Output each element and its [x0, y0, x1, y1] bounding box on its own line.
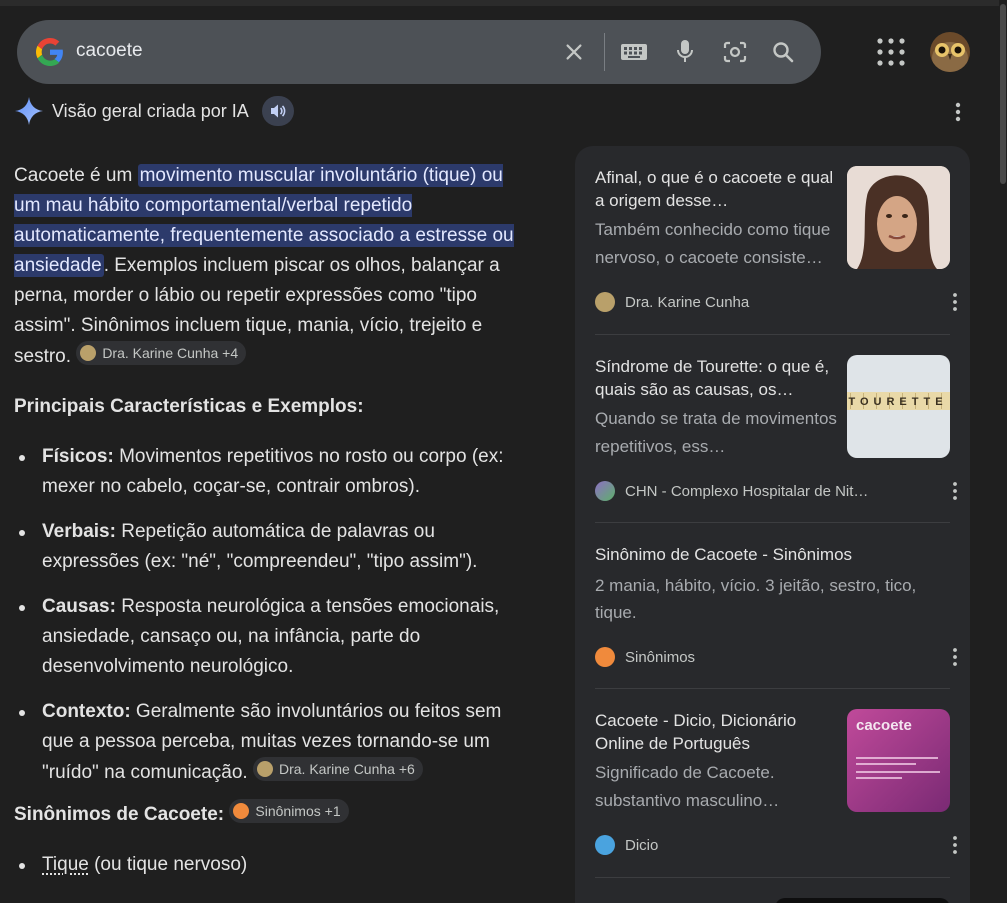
google-apps-icon[interactable]	[875, 36, 907, 68]
source-chip[interactable]: Sinônimos +1	[229, 799, 349, 823]
ai-overview-body: Cacoete é um movimento muscular involunt…	[14, 161, 534, 895]
scrollbar-thumb[interactable]	[1000, 4, 1006, 184]
list-item: Físicos: Movimentos repetitivos no rosto…	[14, 442, 534, 502]
source-chip[interactable]: Dra. Karine Cunha +6	[253, 757, 423, 781]
list-item: Tique (ou tique nervoso)	[14, 850, 534, 880]
item-label: Físicos:	[42, 446, 114, 467]
dicio-site-icon	[595, 835, 615, 855]
voice-search-button[interactable]	[669, 36, 701, 68]
account-avatar[interactable]	[930, 32, 970, 72]
dicio-image-word: cacoete	[856, 717, 912, 734]
source-card-title[interactable]: Cacoete - Dicio, Dicionário Online de Po…	[595, 709, 835, 755]
page-scrollbar[interactable]	[999, 0, 1007, 903]
ai-sparkle-icon	[15, 97, 43, 125]
source-site[interactable]: Dicio	[595, 835, 658, 855]
more-options-icon[interactable]	[948, 647, 962, 667]
source-chip[interactable]: Dra. Karine Cunha +4	[76, 341, 247, 365]
list-item: Contexto: Geralmente são involuntários o…	[14, 697, 534, 788]
virtual-keyboard-button[interactable]	[618, 36, 650, 68]
close-icon	[566, 44, 582, 60]
synonyms-heading: Sinônimos de Cacoete:	[14, 804, 225, 825]
item-label: Causas:	[42, 596, 116, 617]
tourette-tiles-image: TOURETTE	[847, 355, 950, 458]
search-divider	[604, 33, 605, 71]
source-chip-label: Sinônimos +1	[255, 803, 341, 819]
google-logo-icon	[36, 38, 63, 66]
card-divider	[595, 877, 950, 878]
lens-camera-icon	[723, 41, 747, 63]
sources-panel: Afinal, o que é o cacoete e qual a orige…	[575, 146, 970, 903]
card-divider	[595, 522, 950, 523]
source-card-snippet: 2 mania, hábito, vício. 3 jeitão, sestro…	[595, 576, 917, 622]
dicio-card-image: cacoete	[847, 709, 950, 812]
keyboard-icon	[621, 44, 647, 60]
microphone-icon	[677, 40, 693, 62]
source-site[interactable]: Sinônimos	[595, 647, 695, 667]
source-card-title[interactable]: Síndrome de Tourette: o que é, quais são…	[595, 355, 835, 401]
karine-source-icon	[80, 345, 97, 361]
source-site-name: CHN - Complexo Hospitalar de Nit…	[625, 482, 869, 500]
browser-top-edge	[0, 0, 1007, 6]
more-options-icon[interactable]	[948, 100, 968, 124]
ai-overview-title: Visão geral criada por IA	[52, 101, 249, 121]
search-bar[interactable]: cacoete	[17, 20, 821, 84]
source-chip-label: Dra. Karine Cunha +4	[102, 345, 239, 361]
list-item: Verbais: Repetição automática de palavra…	[14, 517, 534, 577]
karine-site-icon	[595, 292, 615, 312]
intro-start: Cacoete é um	[14, 165, 138, 186]
search-submit-button[interactable]	[767, 36, 799, 68]
synonym-text: (ou tique nervoso)	[88, 854, 248, 875]
source-card-thumbnail[interactable]: cacoete	[847, 709, 950, 812]
source-card-snippet: Também conhecido como tique nervoso, o c…	[595, 220, 831, 267]
sinonimos-source-icon	[233, 803, 250, 819]
listen-button[interactable]	[262, 96, 294, 126]
item-label: Verbais:	[42, 521, 116, 542]
source-site-name: Sinônimos	[625, 648, 696, 666]
source-site-name: Dra. Karine Cunha	[625, 293, 750, 311]
source-site-name: Dicio	[625, 836, 659, 854]
card-divider	[595, 688, 950, 689]
source-card-title[interactable]: Afinal, o que é o cacoete e qual a orige…	[595, 166, 835, 212]
search-icon	[773, 42, 794, 63]
source-site[interactable]: CHN - Complexo Hospitalar de Nit…	[595, 481, 868, 501]
source-card[interactable]: Afinal, o que é o cacoete e qual a orige…	[595, 166, 950, 272]
source-card[interactable]: Cacoete - Dicio, Dicionário Online de Po…	[595, 709, 950, 815]
source-card-snippet: Quando se trata de movimentos repetitivo…	[595, 409, 837, 456]
characteristics-list: Físicos: Movimentos repetitivos no rosto…	[14, 442, 534, 788]
source-card-thumbnail[interactable]	[847, 166, 950, 269]
source-site[interactable]: Dra. Karine Cunha	[595, 292, 749, 312]
sinonimos-site-icon	[595, 647, 615, 667]
chn-site-icon	[595, 481, 615, 501]
source-chip-label: Dra. Karine Cunha +6	[279, 761, 415, 777]
speaker-icon	[271, 104, 286, 118]
tiles-text: TOURETTE	[848, 396, 947, 408]
synonyms-list: Tique (ou tique nervoso)	[14, 850, 534, 880]
item-label: Contexto:	[42, 701, 131, 722]
list-item: Causas: Resposta neurológica a tensões e…	[14, 592, 534, 682]
search-by-image-button[interactable]	[719, 36, 751, 68]
karine-source-icon	[257, 761, 273, 777]
characteristics-heading: Principais Características e Exemplos:	[14, 396, 364, 417]
card-divider	[595, 334, 950, 335]
owl-avatar-icon	[930, 32, 970, 72]
more-options-icon[interactable]	[948, 481, 962, 501]
source-card-thumbnail-partial[interactable]	[775, 898, 950, 903]
source-card-snippet: Significado de Cacoete. substantivo masc…	[595, 763, 780, 810]
source-card[interactable]: Sinônimo de Cacoete - Sinônimos 2 mania,…	[595, 543, 950, 626]
clear-search-button[interactable]	[558, 36, 590, 68]
woman-photo-image	[847, 166, 950, 269]
more-options-icon[interactable]	[948, 835, 962, 855]
source-card-title[interactable]: Sinônimo de Cacoete - Sinônimos	[595, 543, 950, 566]
more-options-icon[interactable]	[948, 292, 962, 312]
overview-intro: Cacoete é um movimento muscular involunt…	[14, 161, 534, 372]
search-input[interactable]: cacoete	[76, 40, 143, 62]
synonym-link[interactable]: Tique	[42, 854, 89, 875]
source-card-thumbnail[interactable]: TOURETTE	[847, 355, 950, 458]
synonyms-heading-row: Sinônimos de Cacoete: Sinônimos +1	[14, 799, 534, 830]
source-card[interactable]: Síndrome de Tourette: o que é, quais são…	[595, 355, 950, 461]
